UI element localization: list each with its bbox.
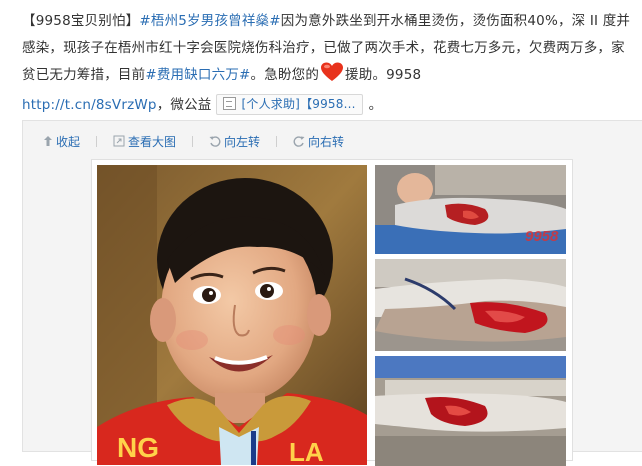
rotate-right-icon [293,136,305,147]
divider [276,135,278,147]
post-body-4: ，微公益 [156,97,212,113]
rotate-left-label: 向左转 [224,134,261,149]
child-portrait-image: NG LA [97,165,367,465]
collapse-button[interactable]: 收起 [43,132,98,150]
weibo-post: 【9958宝贝别怕】#梧州5岁男孩曾祥燊#因为意外跌坐到开水桶里烫伤，烫伤面积4… [0,0,642,466]
svg-text:LA: LA [289,437,324,465]
rotate-right-button[interactable]: 向右转 [293,132,344,150]
burn-injury-photo-2 [375,259,566,351]
image-toolbar: 收起 查看大图 向左转 向右转 [43,132,360,150]
rotate-right-label: 向右转 [308,134,345,149]
rotate-left-button[interactable]: 向左转 [209,132,278,150]
watermark-text: 9958 [525,228,559,245]
post-body-3: 援助。9958 [345,67,422,83]
short-link[interactable]: http://t.cn/8sVrzWp [22,97,157,113]
topic-link-funding-gap[interactable]: #费用缺口六万# [145,67,250,83]
post-body-2: 。急盼您的 [250,67,320,83]
rotate-left-icon [209,136,221,147]
arrow-up-icon [44,136,52,146]
red-heart-icon [320,62,344,92]
image-viewer-panel: 收起 查看大图 向左转 向右转 NG LA 9958 [22,120,642,466]
photo-collage[interactable]: NG LA 9958 [91,159,573,466]
burn-injury-photo-3 [375,356,566,466]
author-tag: 【9958宝贝别怕】 [22,13,140,29]
share-card-link[interactable]: [个人求助]【9958... [215,94,363,115]
topic-link-child-name[interactable]: #梧州5岁男孩曾祥燊# [139,13,280,29]
divider [96,135,98,147]
svg-text:NG: NG [117,432,159,463]
burn-injury-photo-1: 9958 [375,165,566,254]
post-text: 【9958宝贝别怕】#梧州5岁男孩曾祥燊#因为意外跌坐到开水桶里烫伤，烫伤面积4… [22,8,637,119]
share-card-label: [个人求助]【9958... [241,97,356,111]
view-large-button[interactable]: 查看大图 [113,132,194,150]
view-large-label: 查看大图 [128,134,177,149]
card-icon [222,97,236,110]
zoom-image-icon [113,135,125,147]
post-body-5: 。 [368,97,383,113]
divider [192,135,194,147]
collapse-label: 收起 [56,134,81,149]
